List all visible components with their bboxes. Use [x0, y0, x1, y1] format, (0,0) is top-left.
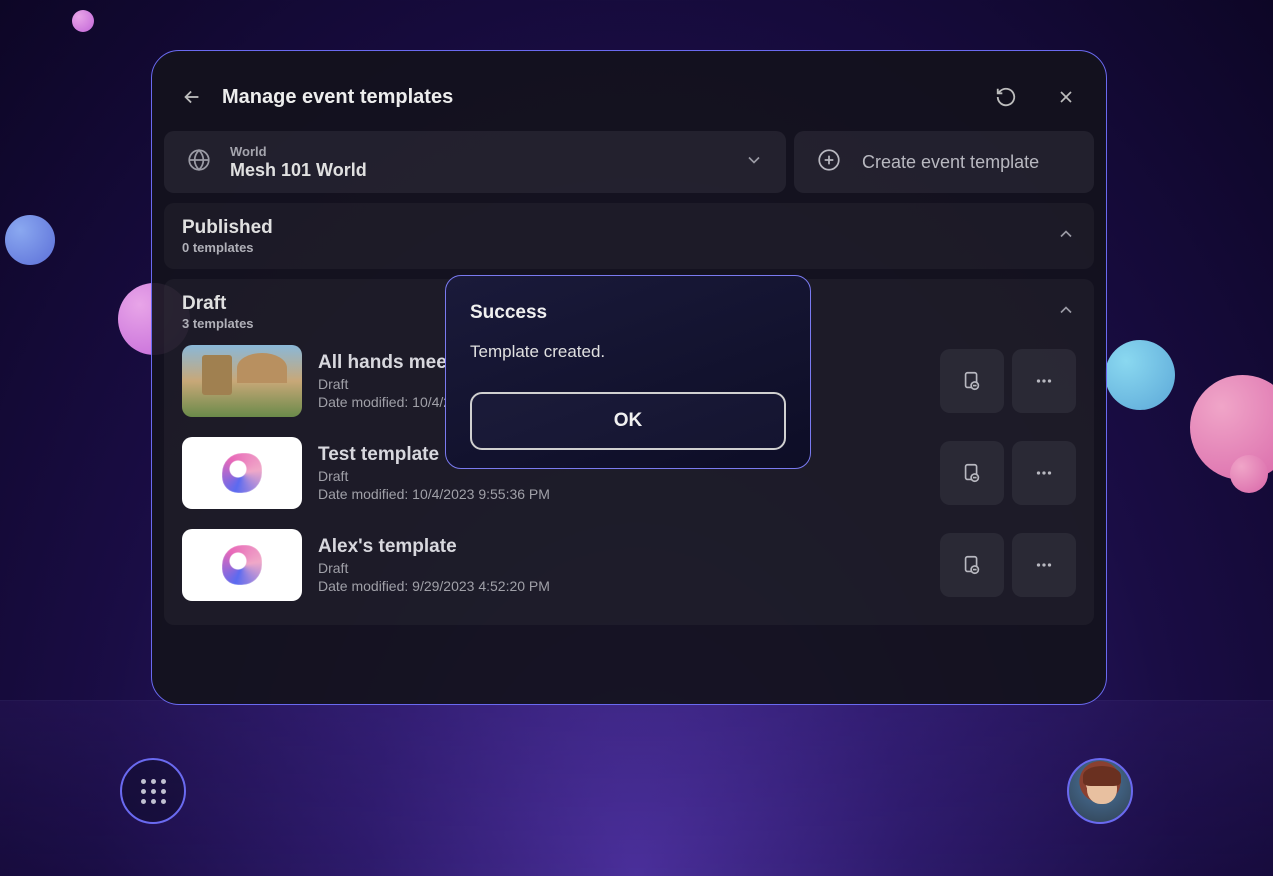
- arrow-left-icon: [181, 86, 203, 108]
- device-icon: [961, 554, 983, 576]
- template-action-button[interactable]: [940, 533, 1004, 597]
- decorative-bubble: [72, 10, 94, 32]
- world-label: World: [230, 144, 726, 159]
- plus-circle-icon: [816, 147, 842, 178]
- more-icon: [1033, 370, 1055, 392]
- chevron-up-icon: [1056, 224, 1076, 249]
- template-name: Alex's template: [318, 536, 924, 558]
- device-icon: [961, 462, 983, 484]
- decorative-bubble: [1230, 455, 1268, 493]
- chevron-up-icon: [1056, 300, 1076, 325]
- published-header[interactable]: Published 0 templates: [182, 217, 1076, 255]
- grid-icon: [141, 779, 166, 804]
- more-icon: [1033, 462, 1055, 484]
- published-title: Published: [182, 217, 1056, 239]
- mesh-logo-icon: [222, 545, 262, 585]
- more-icon: [1033, 554, 1055, 576]
- world-selector[interactable]: World Mesh 101 World: [164, 131, 786, 193]
- ok-button[interactable]: OK: [470, 392, 786, 450]
- template-thumbnail: [182, 437, 302, 509]
- template-status: Draft: [318, 560, 924, 576]
- panel-header: Manage event templates: [164, 69, 1094, 125]
- mesh-logo-icon: [222, 453, 262, 493]
- decorative-bubble: [5, 215, 55, 265]
- template-action-button[interactable]: [940, 349, 1004, 413]
- chevron-down-icon: [744, 150, 764, 175]
- globe-icon: [186, 147, 212, 178]
- ok-label: OK: [614, 410, 643, 432]
- world-value: Mesh 101 World: [230, 160, 726, 181]
- device-icon: [961, 370, 983, 392]
- refresh-button[interactable]: [986, 77, 1026, 117]
- published-count: 0 templates: [182, 240, 1056, 255]
- decorative-bubble: [1105, 340, 1175, 410]
- modal-title: Success: [470, 302, 786, 324]
- published-section: Published 0 templates: [164, 203, 1094, 269]
- success-modal: Success Template created. OK: [445, 275, 811, 469]
- app-menu-button[interactable]: [120, 758, 186, 824]
- template-more-button[interactable]: [1012, 533, 1076, 597]
- template-more-button[interactable]: [1012, 441, 1076, 505]
- refresh-icon: [995, 86, 1017, 108]
- template-thumbnail: [182, 345, 302, 417]
- create-template-button[interactable]: Create event template: [794, 131, 1094, 193]
- template-row[interactable]: Alex's template Draft Date modified: 9/2…: [182, 519, 1076, 611]
- close-icon: [1056, 87, 1076, 107]
- panel-title: Manage event templates: [222, 86, 966, 109]
- template-action-button[interactable]: [940, 441, 1004, 505]
- template-thumbnail: [182, 529, 302, 601]
- template-status: Draft: [318, 468, 924, 484]
- back-button[interactable]: [172, 77, 212, 117]
- create-template-label: Create event template: [862, 152, 1039, 173]
- avatar-button[interactable]: [1067, 758, 1133, 824]
- template-modified: Date modified: 9/29/2023 4:52:20 PM: [318, 578, 924, 594]
- world-text: World Mesh 101 World: [230, 144, 726, 181]
- close-button[interactable]: [1046, 77, 1086, 117]
- template-modified: Date modified: 10/4/2023 9:55:36 PM: [318, 486, 924, 502]
- template-more-button[interactable]: [1012, 349, 1076, 413]
- modal-message: Template created.: [470, 342, 786, 362]
